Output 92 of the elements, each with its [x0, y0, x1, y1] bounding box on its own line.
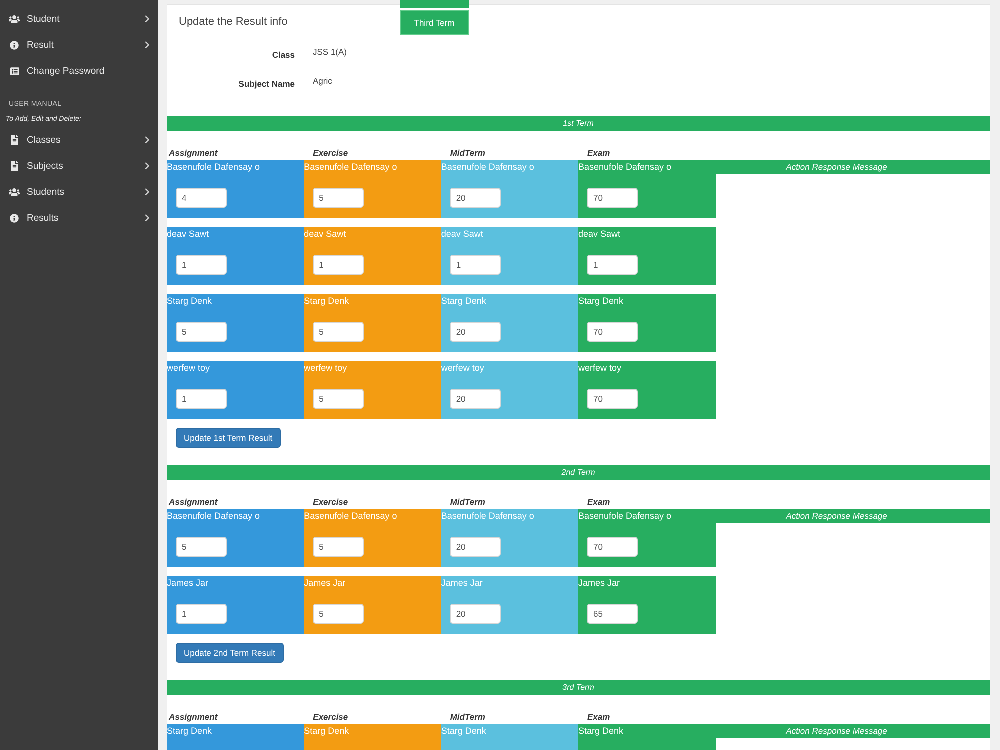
sidebar-item[interactable]: Result [0, 32, 158, 58]
score-input[interactable]: 1 [176, 255, 227, 275]
score-input[interactable]: 5 [176, 537, 227, 557]
student-name: Basenufole Dafensay o [578, 510, 672, 523]
column-heading: MidTerm [449, 711, 486, 724]
file-icon [10, 161, 18, 171]
term-heading: 3rd Term [167, 680, 990, 695]
update-button[interactable]: Update 2nd Term Result [176, 643, 284, 663]
response-heading: Action Response Message [716, 160, 990, 174]
column-heading: MidTerm [449, 496, 486, 509]
field-value: Agric [313, 75, 332, 88]
student-name: werfew toy [578, 362, 622, 375]
student-name: Starg Denk [167, 295, 212, 308]
response-heading: Action Response Message [716, 509, 990, 523]
term-heading: 1st Term [167, 116, 990, 131]
student-name: Starg Denk [578, 295, 624, 308]
column-heading: Assignment [168, 496, 218, 509]
column-heading: Exam [586, 496, 610, 509]
score-input[interactable]: 5 [313, 604, 364, 624]
score-input[interactable]: 20 [450, 188, 502, 208]
student-name: Starg Denk [578, 725, 624, 738]
score-input[interactable]: 5 [313, 188, 364, 208]
score-input[interactable]: 20 [450, 604, 502, 624]
score-input[interactable]: 1 [176, 389, 227, 409]
student-name: deav Sawt [578, 228, 621, 241]
student-name: werfew toy [167, 362, 210, 375]
student-name: Basenufole Dafensay o [441, 510, 534, 523]
student-name: Basenufole Dafensay o [441, 161, 534, 174]
score-input[interactable]: 20 [450, 537, 502, 557]
sidebar-item[interactable]: Subjects [0, 153, 158, 179]
term-heading: 2nd Term [167, 465, 990, 480]
file-icon [10, 135, 18, 145]
score-input[interactable]: 1 [313, 255, 364, 275]
term-button[interactable] [400, 0, 469, 8]
student-name: James Jar [441, 577, 483, 590]
student-name: Starg Denk [304, 295, 350, 308]
info-icon [10, 40, 19, 50]
list-icon [10, 66, 20, 76]
score-input[interactable]: 70 [587, 537, 638, 557]
score-input[interactable]: 5 [176, 322, 227, 342]
student-name: Basenufole Dafensay o [578, 161, 672, 174]
score-input[interactable]: 5 [313, 537, 364, 557]
score-input[interactable]: 1 [450, 255, 502, 275]
users-icon [9, 188, 20, 196]
users-icon [9, 14, 20, 24]
student-name: Basenufole Dafensay o [304, 510, 398, 523]
student-name: werfew toy [441, 362, 484, 375]
student-name: Starg Denk [304, 725, 350, 738]
student-name: deav Sawt [441, 228, 484, 241]
field-label: Subject Name [238, 78, 295, 91]
score-input[interactable]: 70 [587, 389, 638, 409]
panel-title: Update the Result info [178, 15, 289, 29]
score-input[interactable]: 20 [450, 389, 502, 409]
column-heading: Exam [586, 147, 610, 160]
column-heading: Assignment [168, 711, 218, 724]
update-button[interactable]: Update 1st Term Result [176, 428, 281, 448]
column-heading: MidTerm [449, 147, 486, 160]
score-input[interactable]: 1 [587, 255, 638, 275]
field-label: Class [272, 49, 295, 62]
student-name: Starg Denk [167, 725, 212, 738]
student-name: deav Sawt [167, 228, 210, 241]
score-input[interactable]: 70 [587, 188, 638, 208]
column-heading: Exam [586, 711, 610, 724]
sidebar-item[interactable]: Student [0, 6, 158, 32]
column-heading: Assignment [168, 147, 218, 160]
score-input[interactable]: 20 [450, 322, 502, 342]
sidebar-item[interactable]: Students [0, 179, 158, 205]
sidebar-item[interactable]: Results [0, 205, 158, 231]
score-input[interactable]: 70 [587, 322, 638, 342]
score-input[interactable]: 4 [176, 188, 227, 208]
student-name: Basenufole Dafensay o [167, 161, 260, 174]
field-value: JSS 1(A) [313, 46, 348, 59]
student-name: Starg Denk [441, 295, 486, 308]
student-name: James Jar [304, 577, 346, 590]
sidebar-item[interactable]: Change Password [0, 58, 158, 84]
student-name: James Jar [578, 577, 620, 590]
score-input[interactable]: 5 [313, 322, 364, 342]
student-name: Starg Denk [441, 725, 486, 738]
student-name: werfew toy [304, 362, 348, 375]
student-name: James Jar [167, 577, 209, 590]
student-name: deav Sawt [304, 228, 346, 241]
info-icon [10, 214, 19, 222]
column-heading: Exercise [312, 496, 348, 509]
score-input[interactable]: 65 [587, 604, 638, 624]
student-name: Basenufole Dafensay o [304, 161, 398, 174]
sidebar-item[interactable]: Classes [0, 127, 158, 153]
column-heading: Exercise [312, 147, 348, 160]
column-heading: Exercise [312, 711, 348, 724]
response-heading: Action Response Message [716, 724, 990, 738]
score-input[interactable]: 5 [313, 389, 364, 409]
student-name: Basenufole Dafensay o [167, 510, 260, 523]
score-input[interactable]: 1 [176, 604, 227, 624]
